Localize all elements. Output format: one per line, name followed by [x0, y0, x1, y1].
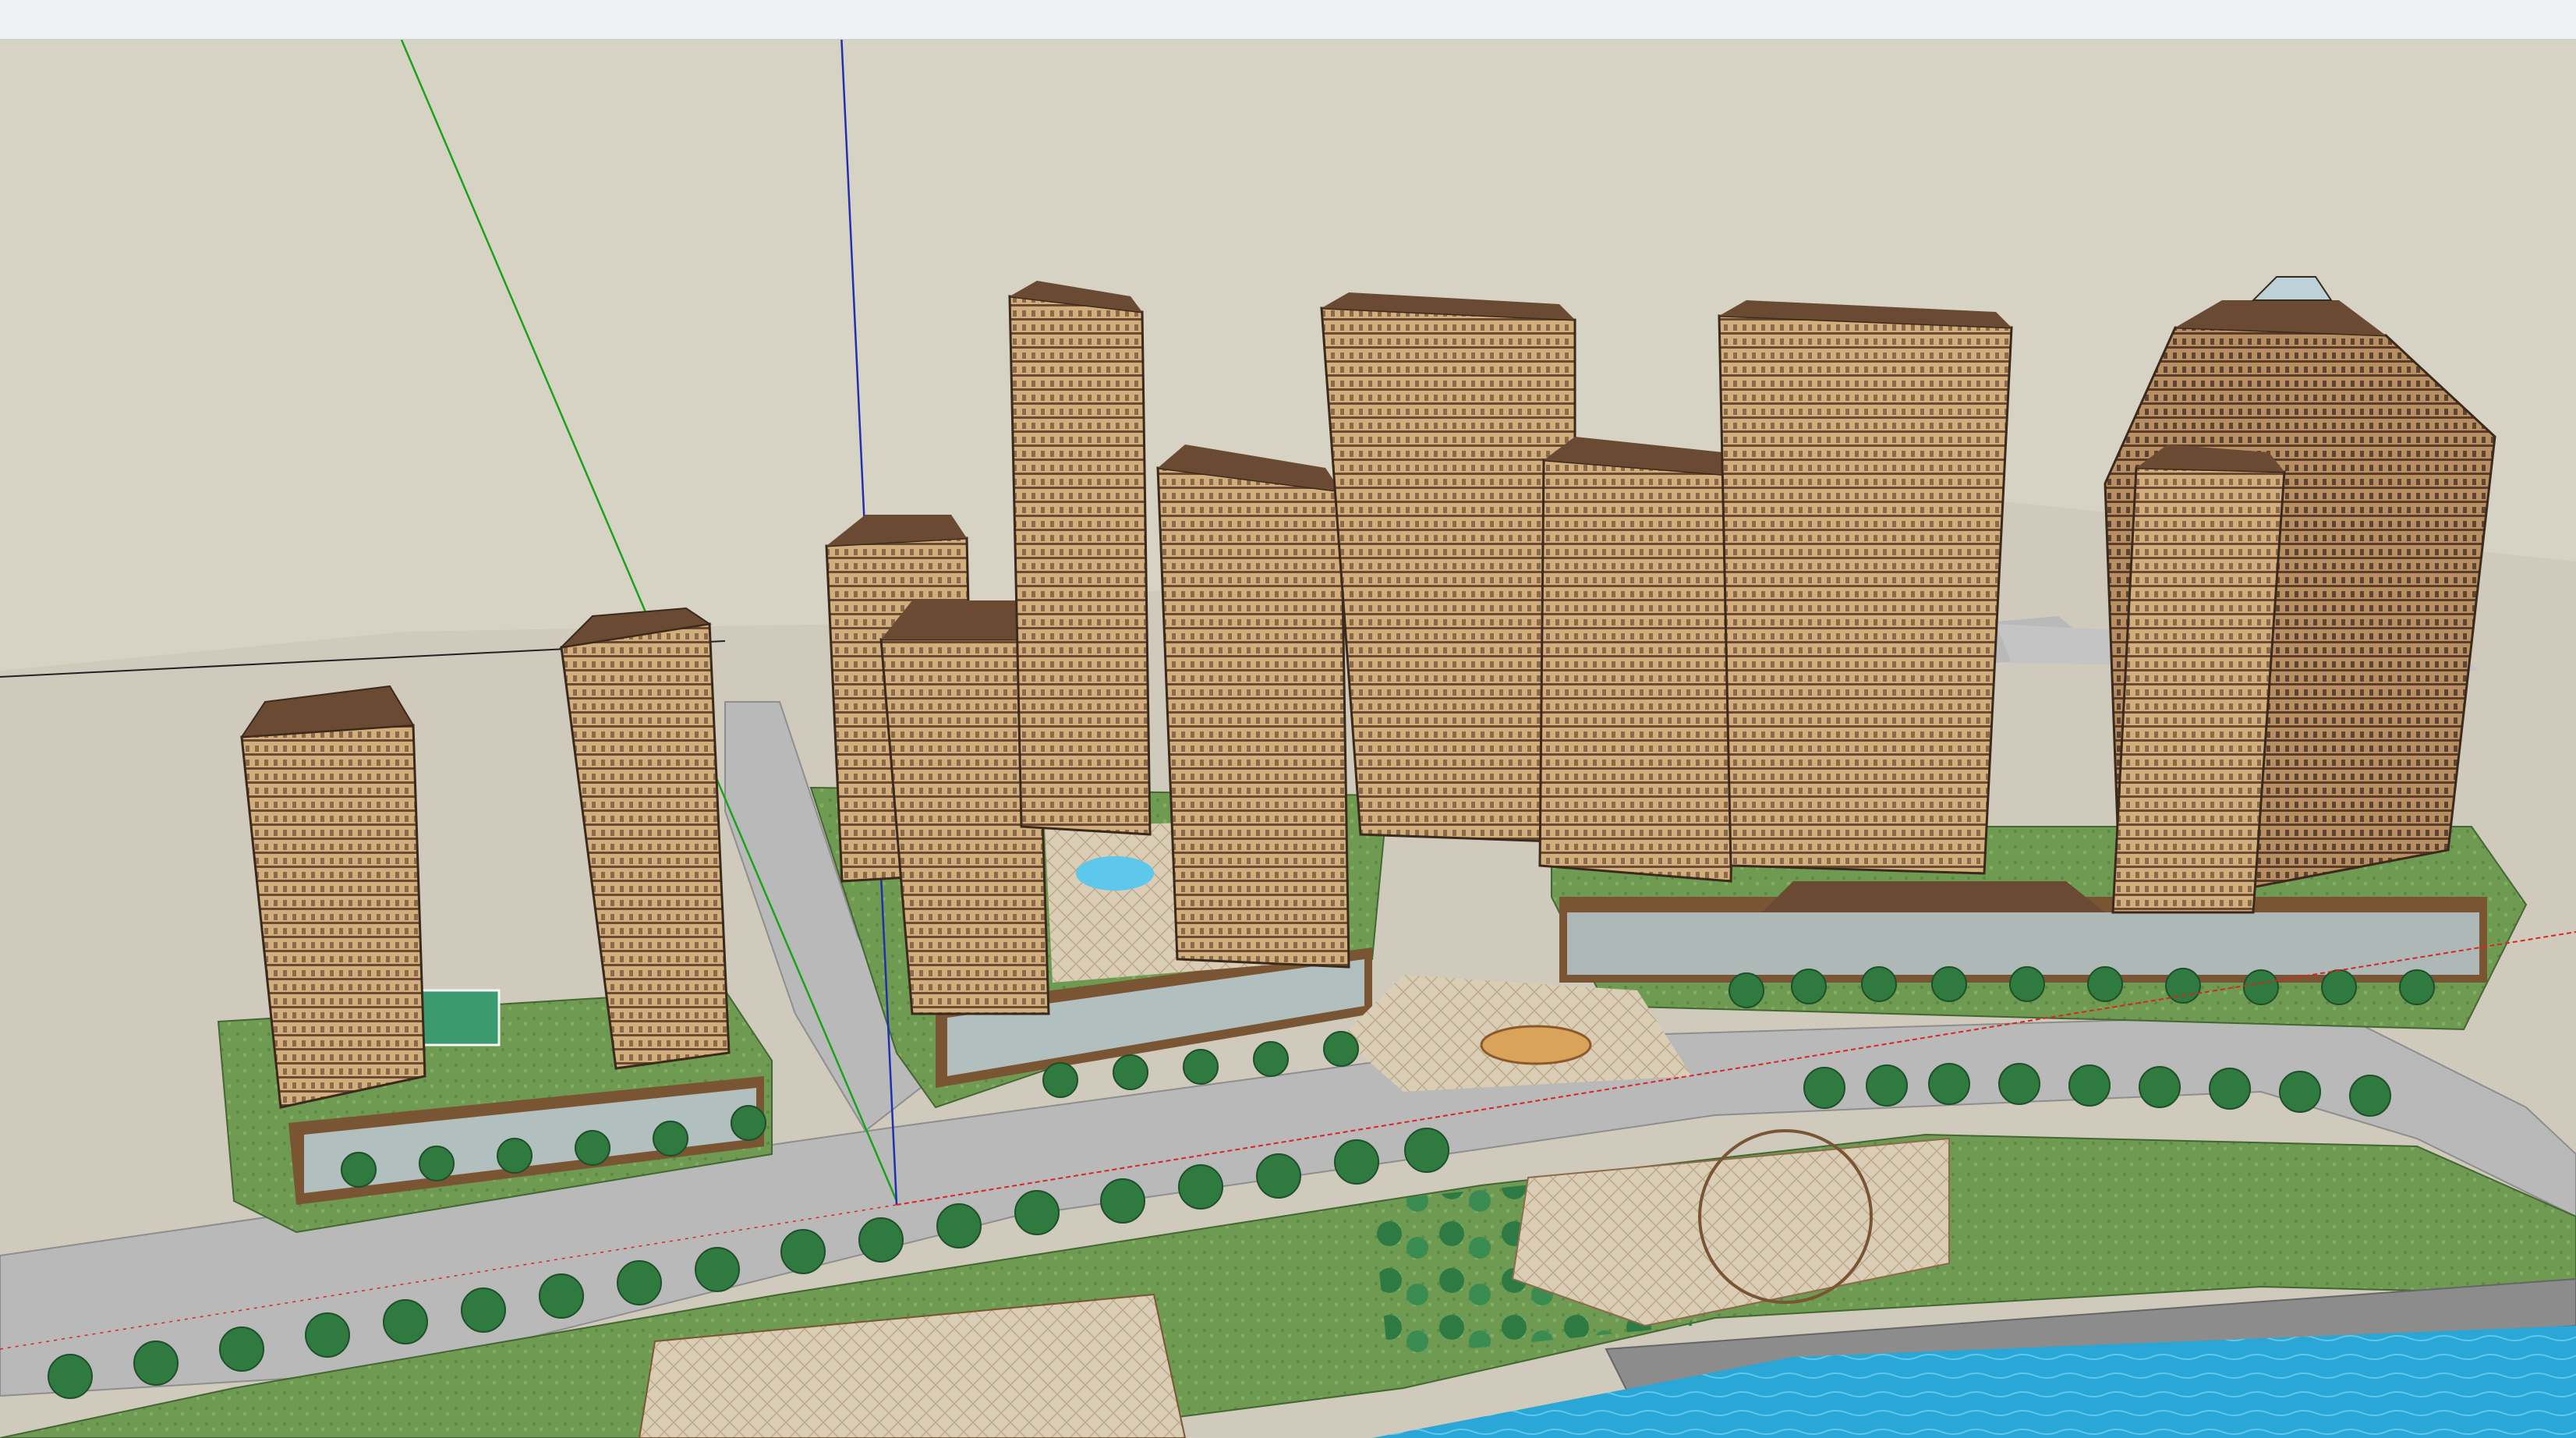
east-podium-glass [1567, 912, 2479, 975]
toolbar-strip [0, 0, 2576, 40]
sketchup-window [0, 0, 2576, 1438]
tower-e2 [1538, 437, 1740, 883]
tower-e4-glass-crown [2251, 276, 2333, 301]
plaza-fountain [1480, 1025, 1592, 1065]
clubhouse-roof [1762, 881, 2105, 912]
tower-m4 [1156, 445, 1350, 969]
garden-pool [1076, 856, 1154, 891]
model-scene[interactable] [0, 40, 2576, 1438]
tower-e3 [1718, 300, 2013, 875]
tower-e1 [1320, 292, 1576, 844]
tower-m3 [1008, 281, 1152, 836]
tower-e5 [2111, 445, 2286, 914]
model-viewport[interactable] [0, 40, 2576, 1438]
